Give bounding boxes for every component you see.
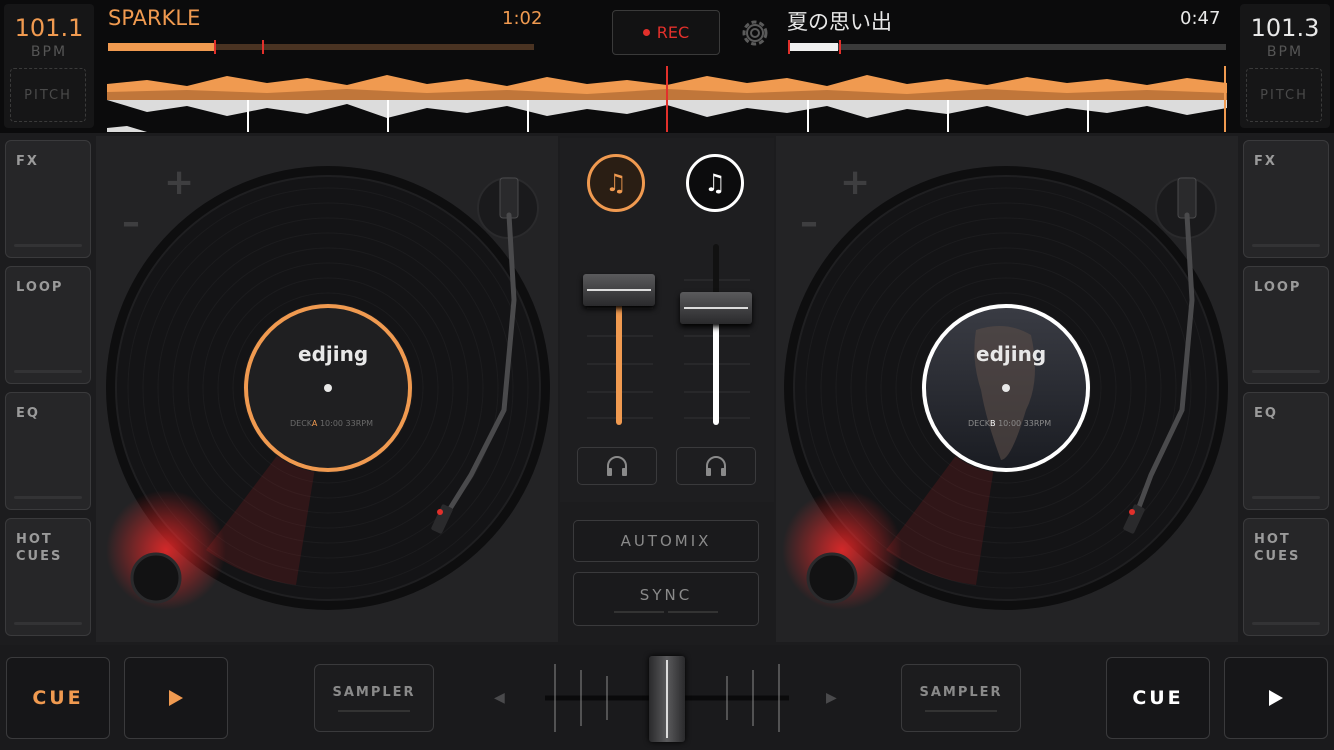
pad-label: EQ: [16, 406, 40, 421]
main-waveform[interactable]: [107, 66, 1227, 132]
automix-button[interactable]: AUTOMIX: [573, 520, 759, 562]
label-sub-suffix: 10:00 33RPM: [998, 419, 1052, 428]
pad-indicator: [1252, 244, 1320, 247]
crossfader[interactable]: [545, 656, 789, 742]
deck-b-headphones-button[interactable]: [676, 447, 756, 485]
deck-a-label-sub: DECKA 10:00 33RPM: [290, 419, 373, 428]
deck-b-add-song-button[interactable]: ♫: [686, 154, 744, 212]
label-sub-suffix: 10:00 33RPM: [319, 419, 373, 428]
play-icon: [169, 690, 183, 706]
deck-b-volume-fader[interactable]: [672, 240, 762, 425]
pad-indicator: [14, 622, 82, 625]
right-pad-hot-cues[interactable]: HOT CUES: [1243, 518, 1329, 636]
left-pad-loop[interactable]: LOOP: [5, 266, 91, 384]
right-pad-eq[interactable]: EQ: [1243, 392, 1329, 510]
deck-a-fader-level: [616, 290, 622, 425]
gear-icon[interactable]: [737, 15, 773, 51]
deck-b-track-title: 夏の思い出: [787, 10, 892, 34]
deck-b-turntable[interactable]: [776, 160, 1238, 640]
deck-a-time-remaining: 1:02: [502, 8, 543, 29]
pad-label: EQ: [1254, 406, 1278, 421]
sync-label: SYNC: [639, 586, 693, 604]
deck-b-play-button[interactable]: [1224, 657, 1328, 739]
sync-indicator-b: [668, 611, 718, 613]
pad-label: FX: [1254, 154, 1277, 169]
pad-indicator: [14, 496, 82, 499]
crossfader-knob[interactable]: [649, 656, 685, 742]
deck-a-bpm-panel: 101.1 BPM PITCH: [4, 4, 94, 128]
deck-a-bpm-unit: BPM: [30, 44, 68, 60]
deck-a-volume-fader[interactable]: [575, 240, 665, 425]
pad-indicator: [1252, 370, 1320, 373]
label-sub-deck: B: [990, 419, 996, 428]
headphones-icon: [706, 456, 726, 476]
deck-b-time-remaining: 0:47: [1180, 8, 1221, 29]
deck-b-sampler-button[interactable]: SAMPLER: [901, 664, 1021, 732]
deck-b-label-sub: DECKB 10:00 33RPM: [968, 419, 1051, 428]
deck-b-cue-button[interactable]: CUE: [1106, 657, 1210, 739]
crossfader-right-arrow-icon[interactable]: ▶: [826, 690, 837, 706]
deck-a-play-button[interactable]: [124, 657, 228, 739]
deck-b-bpm-value: 101.3: [1250, 14, 1320, 42]
headphones-icon: [607, 456, 627, 476]
pad-indicator: [14, 244, 82, 247]
deck-a-cue-button[interactable]: CUE: [6, 657, 110, 739]
left-pad-eq[interactable]: EQ: [5, 392, 91, 510]
deck-a-fader-knob[interactable]: [583, 274, 655, 306]
deck-a-pitch-button[interactable]: PITCH: [10, 68, 86, 122]
right-pad-fx[interactable]: FX: [1243, 140, 1329, 258]
deck-a-bpm-value: 101.1: [14, 14, 84, 42]
sampler-indicator: [338, 710, 410, 712]
label-sub-prefix: DECK: [968, 419, 991, 428]
deck-a-sampler-button[interactable]: SAMPLER: [314, 664, 434, 732]
sync-button[interactable]: SYNC: [573, 572, 759, 626]
crossfader-left-arrow-icon[interactable]: ◀: [494, 690, 505, 706]
record-button[interactable]: REC: [612, 10, 720, 55]
pad-label: HOT CUES: [16, 532, 63, 564]
deck-b-label-brand: edjing: [976, 342, 1047, 366]
deck-b-bpm-unit: BPM: [1266, 44, 1304, 60]
pad-indicator: [1252, 622, 1320, 625]
pad-label: LOOP: [16, 280, 64, 295]
deck-a-overview-waveform[interactable]: [108, 40, 534, 54]
sampler-label: SAMPLER: [919, 685, 1003, 700]
music-note-plus-icon: ♫: [704, 169, 726, 197]
music-note-plus-icon: ♫: [605, 169, 627, 197]
record-label: REC: [656, 23, 690, 42]
pad-label: LOOP: [1254, 280, 1302, 295]
record-dot-icon: [642, 29, 650, 36]
sampler-indicator: [925, 710, 997, 712]
deck-a-track-title: SPARKLE: [108, 6, 201, 30]
deck-a-turntable[interactable]: [96, 160, 558, 640]
deck-a-label-brand: edjing: [298, 342, 369, 366]
deck-b-pitch-button[interactable]: PITCH: [1246, 68, 1322, 122]
deck-b-fader-level: [713, 308, 719, 425]
sync-indicator-a: [614, 611, 664, 613]
pad-label: HOT CUES: [1254, 532, 1301, 564]
label-sub-prefix: DECK: [290, 419, 312, 428]
play-icon: [1269, 690, 1283, 706]
right-pad-loop[interactable]: LOOP: [1243, 266, 1329, 384]
left-pad-fx[interactable]: FX: [5, 140, 91, 258]
pad-indicator: [14, 370, 82, 373]
pad-indicator: [1252, 496, 1320, 499]
deck-b-bpm-panel: 101.3 BPM PITCH: [1240, 4, 1330, 128]
pad-label: FX: [16, 154, 39, 169]
left-pad-hot-cues[interactable]: HOT CUES: [5, 518, 91, 636]
deck-a-headphones-button[interactable]: [577, 447, 657, 485]
deck-a-add-song-button[interactable]: ♫: [587, 154, 645, 212]
sampler-label: SAMPLER: [332, 685, 416, 700]
label-sub-deck: A: [311, 419, 318, 428]
deck-b-fader-knob[interactable]: [680, 292, 752, 324]
deck-b-overview-waveform[interactable]: [788, 40, 1226, 54]
